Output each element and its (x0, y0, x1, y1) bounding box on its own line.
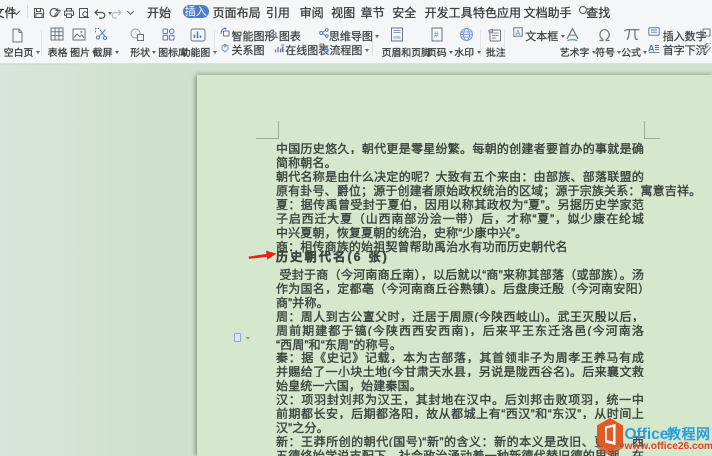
svg-text:#: # (434, 31, 439, 40)
svg-text:www.office26.com: www.office26.com (624, 441, 712, 452)
svg-text:教程网: 教程网 (667, 426, 711, 442)
svg-text:A: A (648, 43, 655, 52)
svg-text:A: A (515, 30, 520, 37)
